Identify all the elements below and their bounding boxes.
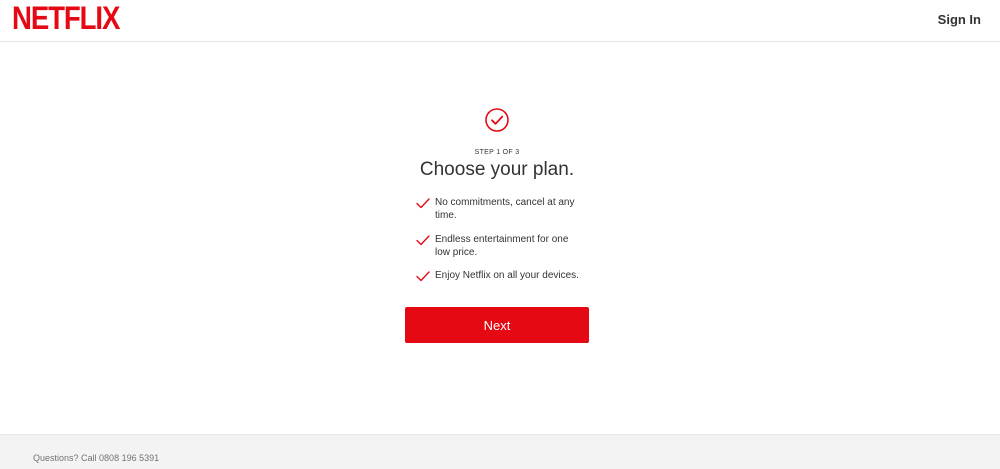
benefit-item: Endless entertainment for one low price. [416, 233, 586, 258]
benefit-item: Enjoy Netflix on all your devices. [416, 269, 586, 282]
header: NETFLIX Sign In [0, 0, 1000, 42]
next-button[interactable]: Next [405, 307, 589, 343]
netflix-logo[interactable]: NETFLIX [12, 2, 120, 35]
footer-phone-link[interactable]: 0808 196 5391 [99, 453, 159, 463]
checkmark-icon [416, 271, 430, 282]
plan-step-content: STEP 1 OF 3 Choose your plan. No commitm… [0, 42, 1000, 434]
sign-in-link[interactable]: Sign In [938, 12, 981, 27]
signup-page: NETFLIX Sign In STEP 1 OF 3 Choose your … [0, 0, 1000, 469]
checkmark-icon [416, 198, 430, 209]
step-indicator: STEP 1 OF 3 [474, 149, 520, 156]
checkmark-icon [416, 235, 430, 246]
footer-questions: Questions? Call 0808 196 5391 [33, 453, 159, 463]
benefit-text: No commitments, cancel at any time. [435, 197, 575, 221]
benefit-text: Endless entertainment for one low price. [435, 234, 569, 258]
benefit-item: No commitments, cancel at any time. [416, 196, 586, 221]
benefit-text: Enjoy Netflix on all your devices. [435, 270, 579, 281]
page-title: Choose your plan. [419, 159, 575, 180]
check-circle-icon [485, 108, 509, 132]
footer: Questions? Call 0808 196 5391 [0, 434, 1000, 469]
benefits-list: No commitments, cancel at any time. Endl… [416, 196, 586, 282]
footer-questions-label: Questions? Call [33, 453, 100, 463]
